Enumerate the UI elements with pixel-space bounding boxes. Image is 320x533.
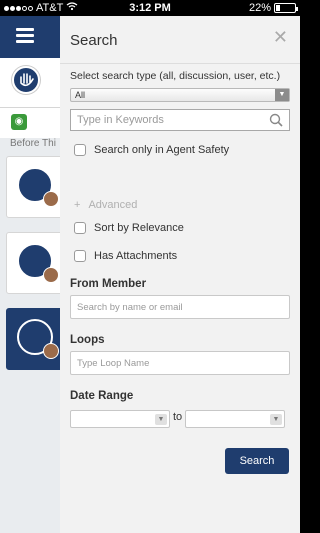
date-range-label: Date Range [70,390,134,402]
chevron-down-icon: ▼ [155,414,167,425]
loops-input[interactable]: Type Loop Name [70,351,290,375]
search-header: Search ✕ [60,16,300,64]
search-type-label: Select search type (all, discussion, use… [70,70,281,82]
only-agent-safety-label: Search only in Agent Safety [94,144,230,156]
status-bar: AT&T 3:12 PM 22% [0,0,300,16]
menu-icon[interactable] [16,28,34,44]
has-attachments-checkbox[interactable] [74,250,86,262]
avatar [17,319,59,359]
profile-row[interactable] [0,58,60,108]
avatar [12,66,40,94]
from-member-label: From Member [70,278,147,290]
sort-relevance-checkbox[interactable] [74,222,86,234]
has-attachments-row[interactable]: Has Attachments [74,250,177,262]
only-agent-safety-checkbox[interactable] [74,144,86,156]
avatar [43,191,59,207]
avatar [43,343,59,359]
date-divider: Before Thi [10,138,56,149]
only-agent-safety-row[interactable]: Search only in Agent Safety [74,144,229,156]
date-to-select[interactable]: ▼ [185,410,285,428]
chevron-down-icon: ▼ [270,414,282,425]
from-member-placeholder: Search by name or email [77,302,183,313]
advanced-label: Advanced [88,199,138,211]
search-type-value: All [75,90,86,100]
keywords-input[interactable]: Type in Keywords [70,109,290,131]
battery-icon [274,3,298,13]
avatar [17,167,59,207]
avatar [43,267,59,283]
avatar [17,243,59,283]
search-icon[interactable] [269,113,283,127]
list-item[interactable] [6,156,66,218]
battery-percent: 22% [248,2,271,14]
search-panel: Search ✕ Select search type (all, discus… [60,16,300,533]
has-attachments-label: Has Attachments [94,250,178,262]
advanced-toggle[interactable]: + Advanced [74,199,137,211]
sort-relevance-row[interactable]: Sort by Relevance [74,222,184,234]
keywords-placeholder: Type in Keywords [77,114,164,126]
plus-icon: + [74,199,81,211]
list-item[interactable] [6,232,66,294]
date-to-label: to [173,411,183,423]
from-member-input[interactable]: Search by name or email [70,295,290,319]
search-button[interactable]: Search [225,448,289,474]
feed-row[interactable]: ◉ [0,108,60,138]
loops-label: Loops [70,334,105,346]
search-type-select[interactable]: All ▼ [70,88,290,102]
search-title: Search [70,32,118,49]
sort-relevance-label: Sort by Relevance [94,222,184,234]
rss-icon: ◉ [11,114,27,130]
close-icon[interactable]: ✕ [273,28,288,46]
chevron-down-icon: ▼ [275,89,289,101]
loops-placeholder: Type Loop Name [77,358,150,369]
battery-group: 22% [248,2,298,14]
date-from-select[interactable]: ▼ [70,410,170,428]
list-item[interactable] [6,308,66,370]
